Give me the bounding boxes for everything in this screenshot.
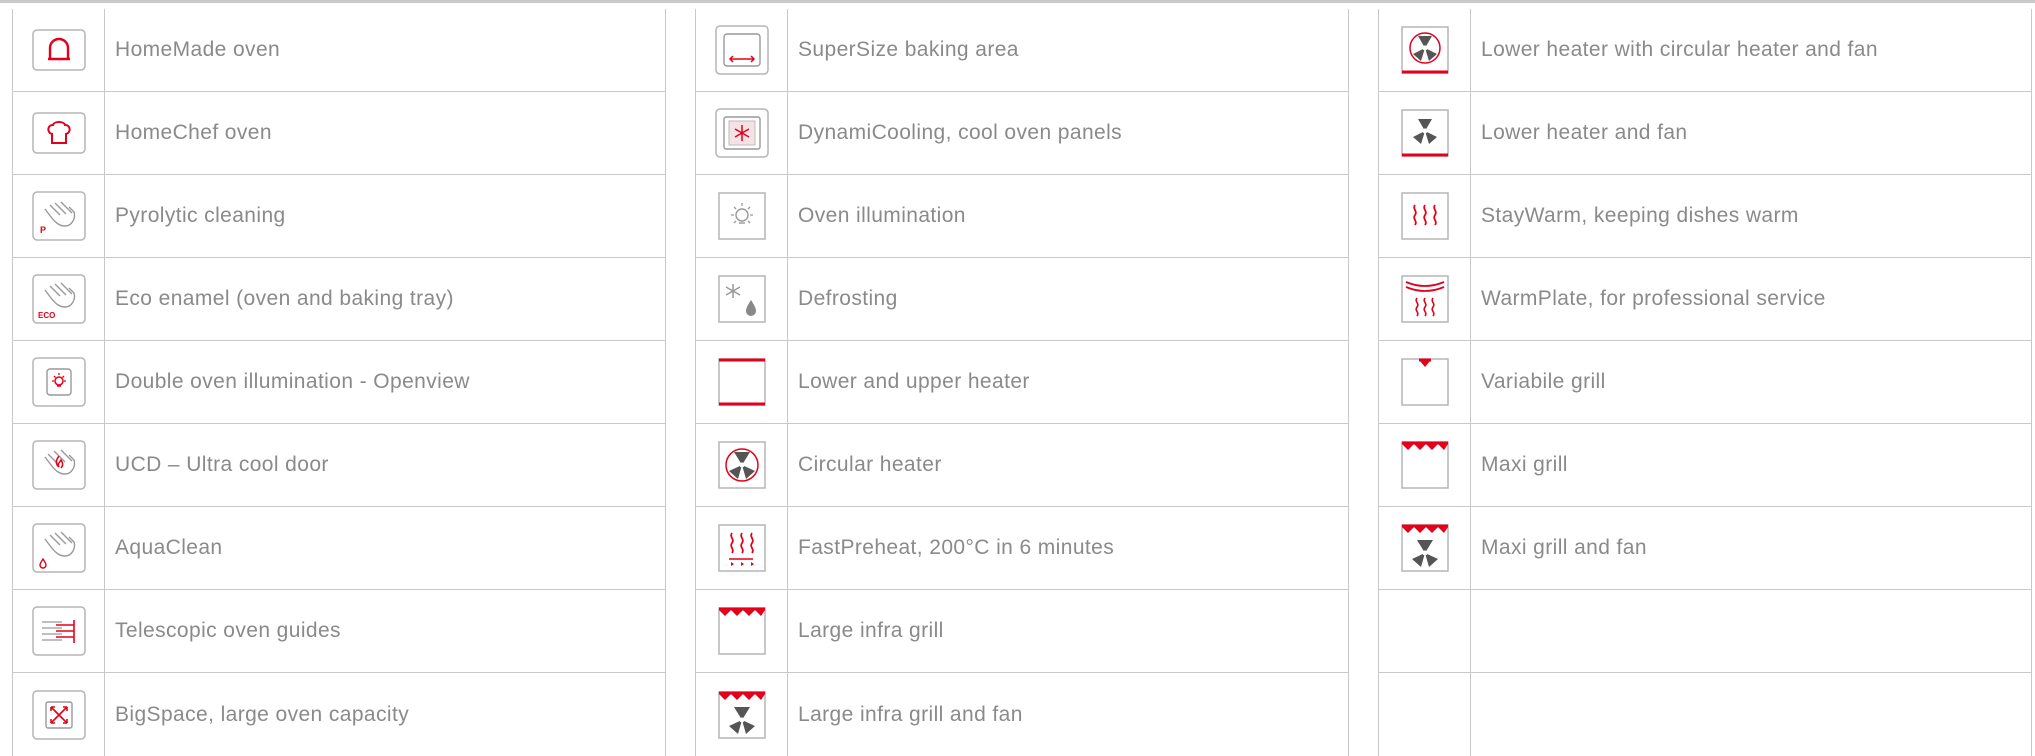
- feature-row: Oven illumination: [696, 175, 1348, 258]
- feature-row: Lower and upper heater: [696, 341, 1348, 424]
- large-infra-grill-fan-icon: [717, 690, 766, 739]
- feature-legend-table: HomeMade oven HomeChef oven P Pyrolytic …: [0, 0, 2035, 756]
- feature-label: AquaClean: [115, 536, 223, 559]
- feature-row: P Pyrolytic cleaning: [13, 175, 665, 258]
- feature-row: DynamiCooling, cool oven panels: [696, 92, 1348, 175]
- feature-label: Eco enamel (oven and baking tray): [115, 287, 454, 310]
- feature-label: HomeMade oven: [115, 38, 281, 61]
- feature-row: FastPreheat, 200°C in 6 minutes: [696, 507, 1348, 590]
- feature-row: BigSpace, large oven capacity: [13, 673, 665, 756]
- feature-label: Large infra grill and fan: [798, 702, 1023, 726]
- fastpreheat-icon: [717, 524, 766, 572]
- empty-row: [1379, 590, 2031, 673]
- feature-label: Double oven illumination - Openview: [115, 370, 470, 393]
- feature-row: Large infra grill: [696, 590, 1348, 673]
- feature-row: WarmPlate, for professional service: [1379, 258, 2031, 341]
- feature-label: UCD – Ultra cool door: [115, 453, 329, 476]
- feature-label: Lower and upper heater: [798, 370, 1030, 393]
- maxi-grill-fan-icon: [1400, 524, 1449, 572]
- maxi-grill-icon: [1400, 441, 1449, 489]
- supersize-baking-icon: [714, 25, 769, 75]
- lower-upper-heater-icon: [717, 358, 766, 406]
- empty-icon-cell: [1379, 673, 1471, 756]
- feature-row: Double oven illumination - Openview: [13, 341, 665, 424]
- feature-row: Variabile grill: [1379, 341, 2031, 424]
- feature-row: Maxi grill: [1379, 424, 2031, 507]
- large-infra-grill-icon: [717, 607, 766, 655]
- lower-heater-fan-icon: [1400, 109, 1449, 157]
- feature-row: StayWarm, keeping dishes warm: [1379, 175, 2031, 258]
- feature-label: WarmPlate, for professional service: [1481, 287, 1826, 310]
- feature-row: Circular heater: [696, 424, 1348, 507]
- eco-enamel-icon: ECO: [31, 274, 86, 324]
- feature-label: BigSpace, large oven capacity: [115, 702, 410, 726]
- feature-label: Maxi grill and fan: [1481, 536, 1647, 559]
- feature-row: Lower heater and fan: [1379, 92, 2031, 175]
- feature-label: Pyrolytic cleaning: [115, 204, 286, 227]
- circular-heater-icon: [717, 441, 766, 489]
- dynamicooling-icon: [714, 108, 769, 158]
- feature-label: Variabile grill: [1481, 370, 1606, 393]
- feature-label: Lower heater and fan: [1481, 121, 1688, 144]
- staywarm-icon: [1400, 192, 1449, 240]
- feature-row: HomeChef oven: [13, 92, 665, 175]
- telescopic-guides-icon: [31, 606, 86, 656]
- feature-label: Circular heater: [798, 453, 942, 476]
- defrosting-icon: [717, 275, 766, 323]
- oven-illumination-icon: [717, 192, 766, 240]
- feature-label: SuperSize baking area: [798, 38, 1019, 61]
- empty-row: [1379, 673, 2031, 756]
- feature-row: Defrosting: [696, 258, 1348, 341]
- empty-icon-cell: [1379, 590, 1471, 672]
- feature-column-3: Lower heater with circular heater and fa…: [1378, 9, 2032, 756]
- feature-label: Lower heater with circular heater and fa…: [1481, 38, 1878, 61]
- feature-row: Lower heater with circular heater and fa…: [1379, 9, 2031, 92]
- double-illumination-icon: [31, 357, 86, 407]
- feature-label: StayWarm, keeping dishes warm: [1481, 204, 1799, 227]
- feature-label: Defrosting: [798, 287, 898, 310]
- warmplate-icon: [1400, 275, 1449, 323]
- feature-label: Maxi grill: [1481, 453, 1568, 476]
- feature-label: FastPreheat, 200°C in 6 minutes: [798, 536, 1115, 559]
- feature-label: Telescopic oven guides: [115, 619, 341, 642]
- aquaclean-icon: [31, 523, 86, 573]
- feature-row: AquaClean: [13, 507, 665, 590]
- feature-label: DynamiCooling, cool oven panels: [798, 121, 1123, 144]
- feature-row: Maxi grill and fan: [1379, 507, 2031, 590]
- feature-row: Telescopic oven guides: [13, 590, 665, 673]
- bigspace-icon: [31, 689, 86, 740]
- svg-text:P: P: [40, 225, 46, 235]
- feature-column-1: HomeMade oven HomeChef oven P Pyrolytic …: [12, 9, 666, 756]
- homechef-oven-icon: [31, 112, 86, 154]
- lower-heater-circular-fan-icon: [1400, 26, 1449, 74]
- variable-grill-icon: [1400, 358, 1449, 406]
- ultra-cool-door-icon: [31, 440, 86, 490]
- pyrolytic-cleaning-icon: P: [31, 191, 86, 241]
- feature-label: Large infra grill: [798, 619, 944, 642]
- feature-label: HomeChef oven: [115, 121, 272, 144]
- feature-row: SuperSize baking area: [696, 9, 1348, 92]
- feature-row: ECO Eco enamel (oven and baking tray): [13, 258, 665, 341]
- feature-row: HomeMade oven: [13, 9, 665, 92]
- feature-label: Oven illumination: [798, 204, 966, 227]
- homemade-oven-icon: [31, 29, 86, 71]
- svg-text:ECO: ECO: [38, 311, 55, 320]
- feature-row: UCD – Ultra cool door: [13, 424, 665, 507]
- feature-column-2: SuperSize baking area DynamiCooling, coo…: [695, 9, 1349, 756]
- feature-row: Large infra grill and fan: [696, 673, 1348, 756]
